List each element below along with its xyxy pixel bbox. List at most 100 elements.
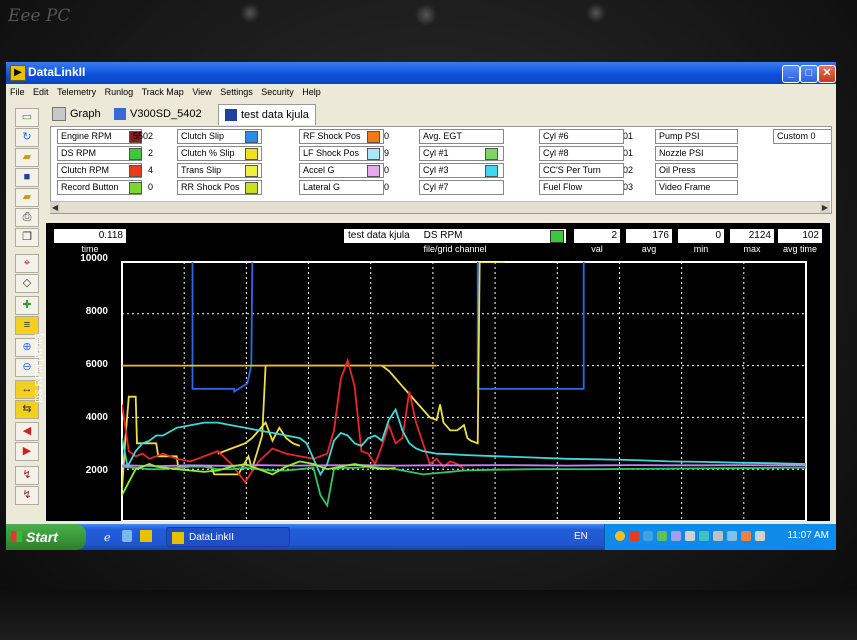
taskbar-item-datalink[interactable]: DataLinkII xyxy=(166,527,290,547)
menu-file[interactable]: File xyxy=(10,87,25,97)
series-line xyxy=(122,262,505,490)
channel-item[interactable]: Oil Press137 xyxy=(655,163,757,178)
channel-item[interactable]: Accel G 0.02 xyxy=(299,163,633,178)
volume-icon[interactable] xyxy=(755,531,765,541)
refresh-icon[interactable]: ↻ xyxy=(15,128,39,147)
ds-rpm-chart[interactable] xyxy=(46,223,830,521)
menu-view[interactable]: View xyxy=(192,87,211,97)
channel-item[interactable]: RR Shock Pos0.000 xyxy=(177,180,389,195)
webcam xyxy=(414,3,438,27)
datalink-quick-icon[interactable] xyxy=(140,530,152,542)
channel-item[interactable]: Fuel Flow6.01 xyxy=(539,180,641,195)
menu-settings[interactable]: Settings xyxy=(220,87,253,97)
chart-panel: 0.118 time test data kjula DS RPM file/g… xyxy=(34,223,830,521)
channel-item[interactable]: Clutch RPM 4 xyxy=(57,163,159,178)
tray-app-icon[interactable] xyxy=(629,531,639,541)
channel-item[interactable]: Nozzle PSI25 xyxy=(655,146,757,161)
taskbar: Start ℯ DataLinkII EN 11:07 AM xyxy=(6,524,836,550)
menu-runlog[interactable]: Runlog xyxy=(105,87,134,97)
save-icon xyxy=(225,109,237,122)
tab-v300sd[interactable]: V300SD_5402 xyxy=(114,104,202,124)
tool-b-icon[interactable]: ↯ xyxy=(15,486,39,505)
arrow-left-icon[interactable]: ◀ xyxy=(15,422,39,441)
add-channel-icon[interactable]: ✚ xyxy=(15,296,39,315)
scroll-right-icon[interactable]: ▶ xyxy=(820,202,830,213)
channel-item[interactable]: Custom 0 xyxy=(773,129,831,144)
channel-item[interactable]: CC'S Per Turn4.13 xyxy=(539,163,641,178)
channel-color-swatch xyxy=(245,182,258,194)
bezel-screw-right xyxy=(586,3,606,23)
print-icon[interactable]: ⎙ xyxy=(15,208,39,227)
run-icon xyxy=(114,108,126,121)
menu-security[interactable]: Security xyxy=(261,87,294,97)
browser-icon[interactable] xyxy=(122,530,132,542)
bezel-screw-left xyxy=(240,3,260,23)
start-button[interactable]: Start xyxy=(6,524,86,550)
channel-grid-scrollbar[interactable]: ◀ ▶ xyxy=(50,201,830,213)
system-tray: 11:07 AM xyxy=(604,524,836,550)
channel-item[interactable]: LF Shock Pos0.001 xyxy=(299,146,633,161)
security-icon[interactable] xyxy=(615,531,625,541)
ie-icon[interactable]: ℯ xyxy=(104,531,111,544)
channel-item[interactable]: RF Shock Pos0.001 xyxy=(299,129,633,144)
channel-item[interactable]: Clutch % Slip99.9 xyxy=(177,146,389,161)
channel-item[interactable]: Pump PSI118 xyxy=(655,129,757,144)
copy-icon[interactable]: ❐ xyxy=(15,228,39,247)
save-icon[interactable]: ■ xyxy=(15,168,39,187)
channel-item[interactable]: Cyl #8432 xyxy=(539,146,641,161)
monitor-icon[interactable] xyxy=(727,531,737,541)
channel-color-swatch xyxy=(367,165,380,177)
channel-item[interactable]: Cyl #7467 xyxy=(419,180,521,195)
tab-bar: Graph V300SD_5402 test data kjula xyxy=(48,104,828,125)
channel-item[interactable]: Avg. EGT353 xyxy=(419,129,521,144)
keyboard-edge xyxy=(0,590,857,640)
close-button[interactable]: ✕ xyxy=(818,65,836,83)
menu-edit[interactable]: Edit xyxy=(33,87,49,97)
channel-list-icon[interactable]: ≡ xyxy=(15,316,39,335)
minimize-button[interactable]: _ xyxy=(782,65,800,83)
menu-help[interactable]: Help xyxy=(302,87,321,97)
open-folder-icon[interactable]: ▰ xyxy=(15,148,39,167)
channel-item[interactable]: Record Button 0 xyxy=(57,180,159,195)
channel-color-swatch xyxy=(245,165,258,177)
network-icon[interactable] xyxy=(643,531,653,541)
windows-logo-icon xyxy=(11,531,22,542)
channel-name: Cyl #8 xyxy=(539,146,624,161)
scroll-left-icon[interactable]: ◀ xyxy=(50,202,60,213)
channel-item[interactable]: DS RPM 2 xyxy=(57,146,159,161)
channel-item[interactable]: Clutch Slip2.00 xyxy=(177,129,389,144)
menu-track-map[interactable]: Track Map xyxy=(142,87,184,97)
channel-item[interactable]: Cyl #3252 xyxy=(419,163,521,178)
arrow-right-icon[interactable]: ▶ xyxy=(15,442,39,461)
menu-bar: File Edit Telemetry Runlog Track Map Vie… xyxy=(6,84,836,101)
tray-icon[interactable] xyxy=(685,531,695,541)
channel-color-swatch xyxy=(367,131,380,143)
tray-icon[interactable] xyxy=(713,531,723,541)
channel-item[interactable]: Engine RPM 5502 xyxy=(57,129,159,144)
channel-value: 2 xyxy=(147,148,153,158)
chart-cursor-icon[interactable]: ⌖ xyxy=(15,254,39,273)
series-line xyxy=(122,464,806,468)
tray-icon[interactable] xyxy=(741,531,751,541)
channel-name: Pump PSI xyxy=(655,129,738,144)
channel-item[interactable]: Lateral G 0.03 xyxy=(299,180,633,195)
new-icon[interactable]: ▭ xyxy=(15,108,39,127)
maximize-button[interactable]: □ xyxy=(800,65,818,83)
channel-item[interactable]: Trans Slip2.00 xyxy=(177,163,389,178)
tab-graph[interactable]: Graph xyxy=(52,104,101,124)
app-icon: ▶ xyxy=(10,65,26,81)
menu-telemetry[interactable]: Telemetry xyxy=(57,87,96,97)
tray-icon[interactable] xyxy=(671,531,681,541)
channel-item[interactable]: Video Frame4 xyxy=(655,180,757,195)
language-indicator[interactable]: EN xyxy=(574,531,588,542)
tray-icon[interactable] xyxy=(699,531,709,541)
tray-icon[interactable] xyxy=(657,531,667,541)
channel-item[interactable]: Cyl #1725 xyxy=(419,146,521,161)
tool-a-icon[interactable]: ↯ xyxy=(15,466,39,485)
channel-name: Oil Press xyxy=(655,163,738,178)
folder-icon[interactable]: ▰ xyxy=(15,188,39,207)
tab-test-data[interactable]: test data kjula xyxy=(218,104,316,125)
channel-value: 4 xyxy=(147,165,153,175)
eraser-icon[interactable]: ◇ xyxy=(15,274,39,293)
channel-item[interactable]: Cyl #6456 xyxy=(539,129,641,144)
